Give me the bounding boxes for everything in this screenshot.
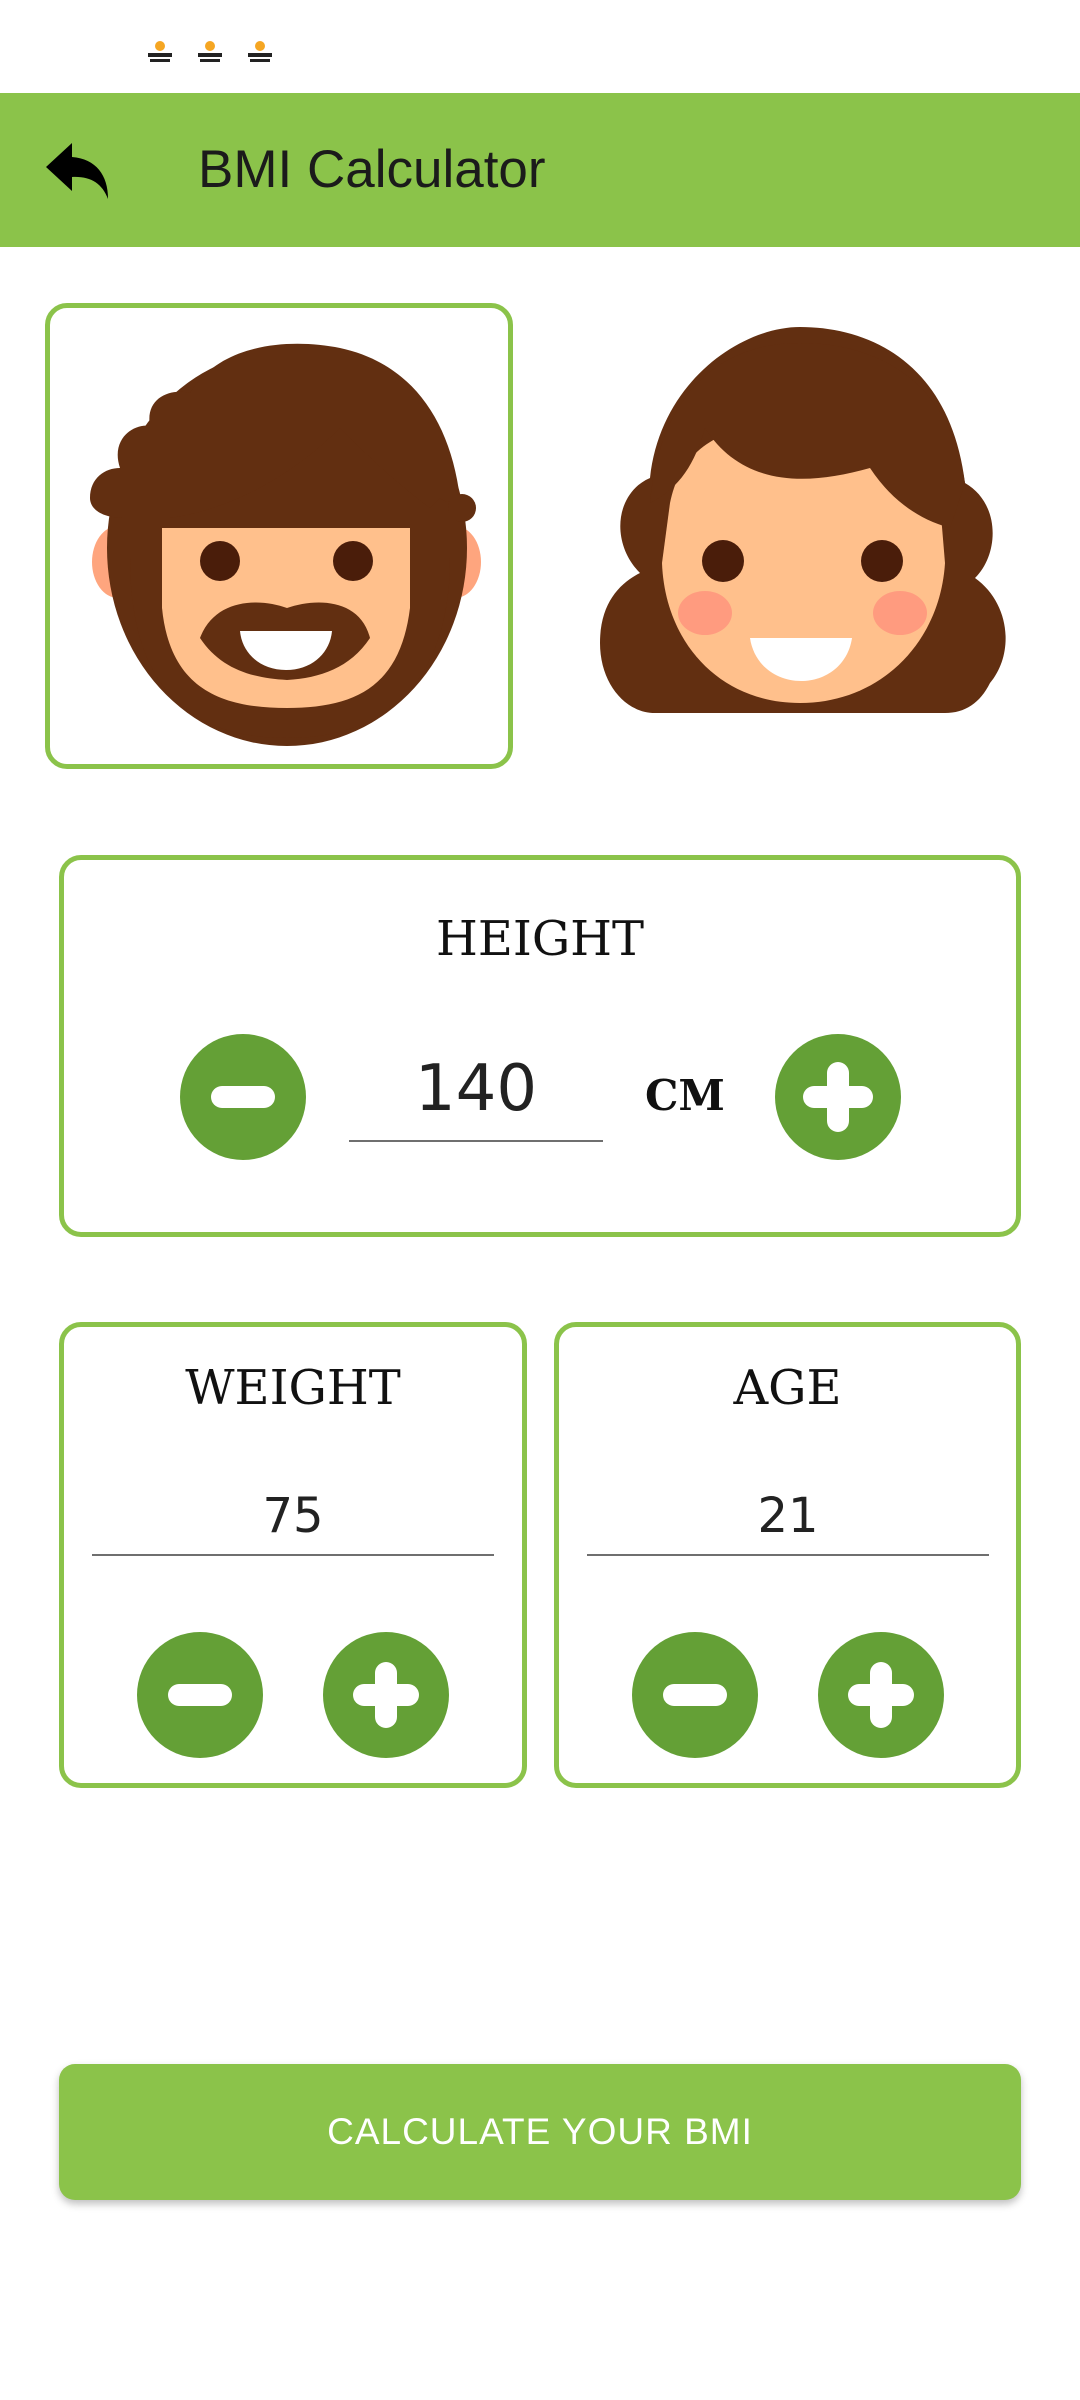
plus-icon — [803, 1062, 873, 1132]
minus-icon — [211, 1086, 275, 1108]
page-title: BMI Calculator — [198, 140, 546, 199]
male-avatar-icon — [90, 343, 481, 746]
age-value-field[interactable]: 21 — [587, 1484, 989, 1556]
height-label: HEIGHT — [435, 911, 645, 967]
height-value-field[interactable]: 140 — [349, 1044, 603, 1142]
weight-value-field[interactable]: 75 — [92, 1484, 494, 1556]
height-unit-label: CM — [645, 1071, 725, 1120]
plus-icon — [353, 1662, 419, 1728]
status-bar — [0, 0, 1080, 93]
height-card: HEIGHT 140 CM — [59, 855, 1021, 1237]
notification-icon — [198, 41, 222, 62]
weight-card: WEIGHT 75 — [59, 1322, 527, 1788]
female-avatar-option[interactable] — [570, 303, 1030, 759]
female-avatar-icon — [600, 327, 1006, 713]
notification-icon — [248, 41, 272, 62]
height-increase-button[interactable] — [775, 1034, 901, 1160]
minus-icon — [663, 1684, 727, 1706]
height-decrease-button[interactable] — [180, 1034, 306, 1160]
age-label: AGE — [733, 1360, 842, 1416]
notification-icon — [148, 41, 172, 62]
weight-label: WEIGHT — [185, 1360, 401, 1416]
weight-increase-button[interactable] — [323, 1632, 449, 1758]
app-toolbar: BMI Calculator — [0, 93, 1080, 247]
male-avatar-option[interactable] — [45, 303, 513, 769]
age-decrease-button[interactable] — [632, 1632, 758, 1758]
back-button[interactable] — [36, 129, 120, 213]
plus-icon — [848, 1662, 914, 1728]
age-card: AGE 21 — [554, 1322, 1021, 1788]
weight-decrease-button[interactable] — [137, 1632, 263, 1758]
age-increase-button[interactable] — [818, 1632, 944, 1758]
calculate-bmi-button[interactable]: CALCULATE YOUR BMI — [59, 2064, 1021, 2200]
back-arrow-icon — [46, 143, 108, 199]
minus-icon — [168, 1684, 232, 1706]
